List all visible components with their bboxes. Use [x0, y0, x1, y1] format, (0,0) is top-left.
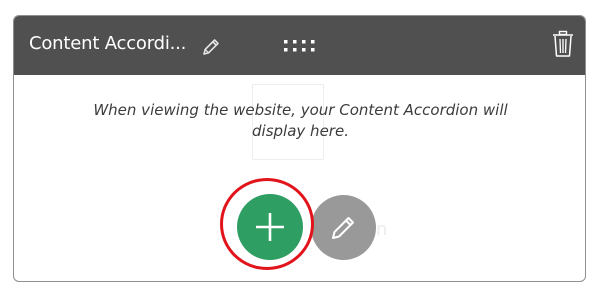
placeholder-message: When viewing the website, your Content A… — [14, 100, 585, 142]
pencil-icon — [332, 217, 354, 239]
trash-icon[interactable] — [552, 30, 574, 58]
message-line-2: display here. — [252, 122, 349, 140]
drag-handle-icon[interactable] — [282, 38, 318, 54]
widget-header[interactable]: Content Accordi... — [14, 16, 585, 75]
content-accordion-widget: Content Accordi... When viewing the webs… — [13, 15, 586, 282]
page: Content Accordi... When viewing the webs… — [0, 0, 595, 291]
faded-label: n — [376, 219, 388, 240]
message-line-1: When viewing the website, your Content A… — [93, 101, 508, 119]
plus-icon — [256, 213, 284, 241]
add-content-button[interactable] — [237, 194, 303, 260]
widget-title: Content Accordi... — [29, 33, 187, 54]
edit-content-button[interactable] — [311, 195, 376, 260]
pencil-icon[interactable] — [200, 36, 222, 58]
